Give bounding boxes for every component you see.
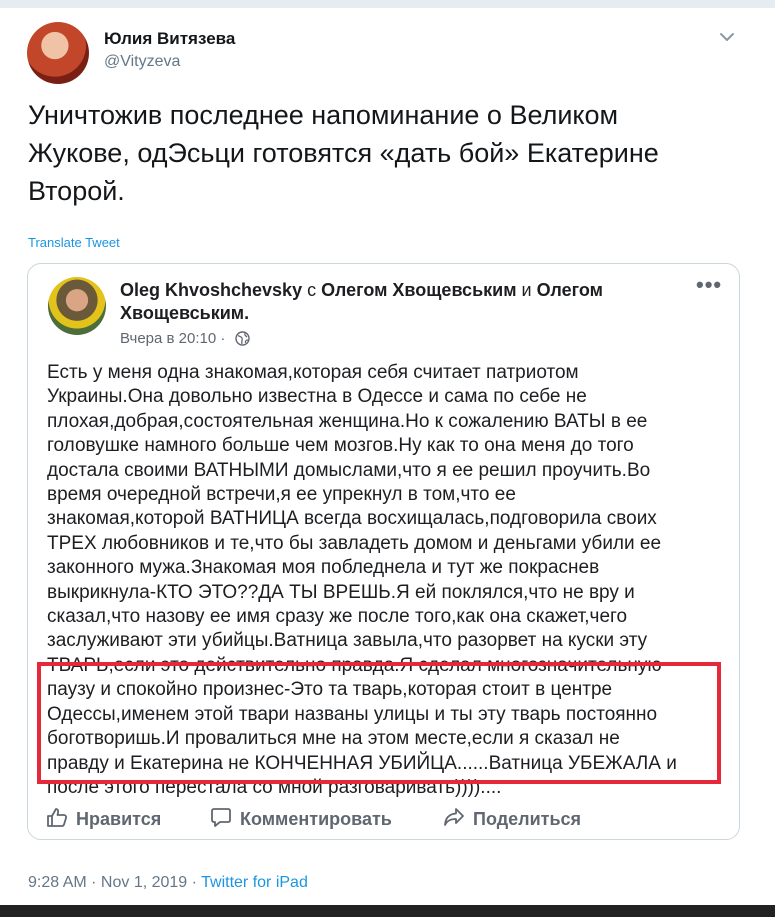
tweet-source-link[interactable]: Twitter for iPad <box>201 874 308 891</box>
share-icon <box>443 806 473 833</box>
author-name[interactable]: Юлия Витязева <box>104 29 235 49</box>
like-label: Нравится <box>76 809 162 829</box>
embedded-facebook-post[interactable]: Oleg Khvoshchevsky с Олегом Хвощевським … <box>27 263 740 840</box>
fb-author-avatar[interactable] <box>48 277 106 335</box>
fb-action-bar: Нравится Комментировать Поделиться <box>28 798 739 836</box>
comment-icon <box>210 806 240 833</box>
globe-icon <box>234 331 250 346</box>
author-handle[interactable]: @Vityzeva <box>104 53 180 71</box>
tweet-date[interactable]: Nov 1, 2019 <box>101 874 187 891</box>
fb-post-header: Oleg Khvoshchevsky с Олегом Хвощевським … <box>120 279 680 325</box>
fb-meta-separator: · <box>216 330 230 347</box>
comment-button[interactable]: Комментировать <box>210 806 392 833</box>
fb-tagged-user-1[interactable]: Олегом Хвощевським <box>321 280 516 300</box>
share-button[interactable]: Поделиться <box>443 806 581 833</box>
tweet-text: Уничтожив последнее напоминание о Велико… <box>28 100 659 206</box>
fb-timestamp[interactable]: Вчера в 20:10 <box>120 330 216 347</box>
fb-author-name[interactable]: Oleg Khvoshchevsky <box>120 280 302 300</box>
highlight-box <box>37 662 721 784</box>
tweet-timestamp-line: 9:28 AM · Nov 1, 2019 · Twitter for iPad <box>28 874 308 892</box>
like-icon <box>46 806 76 833</box>
fb-post-meta: Вчера в 20:10 · <box>120 330 250 347</box>
comment-label: Комментировать <box>240 809 392 829</box>
translate-tweet-link[interactable]: Translate Tweet <box>28 235 120 250</box>
like-button[interactable]: Нравится <box>46 806 161 833</box>
top-divider <box>0 0 775 8</box>
chevron-down-icon[interactable] <box>712 24 742 50</box>
meta-separator-1: · <box>86 874 101 891</box>
fb-with-word: с <box>307 280 317 300</box>
bottom-bar <box>0 905 775 917</box>
fb-and-word: и <box>521 280 532 300</box>
author-avatar[interactable] <box>27 22 89 84</box>
share-label: Поделиться <box>473 809 582 829</box>
meta-separator-2: · <box>187 874 202 891</box>
tweet-time[interactable]: 9:28 AM <box>28 874 87 891</box>
more-icon[interactable]: ••• <box>696 272 722 298</box>
